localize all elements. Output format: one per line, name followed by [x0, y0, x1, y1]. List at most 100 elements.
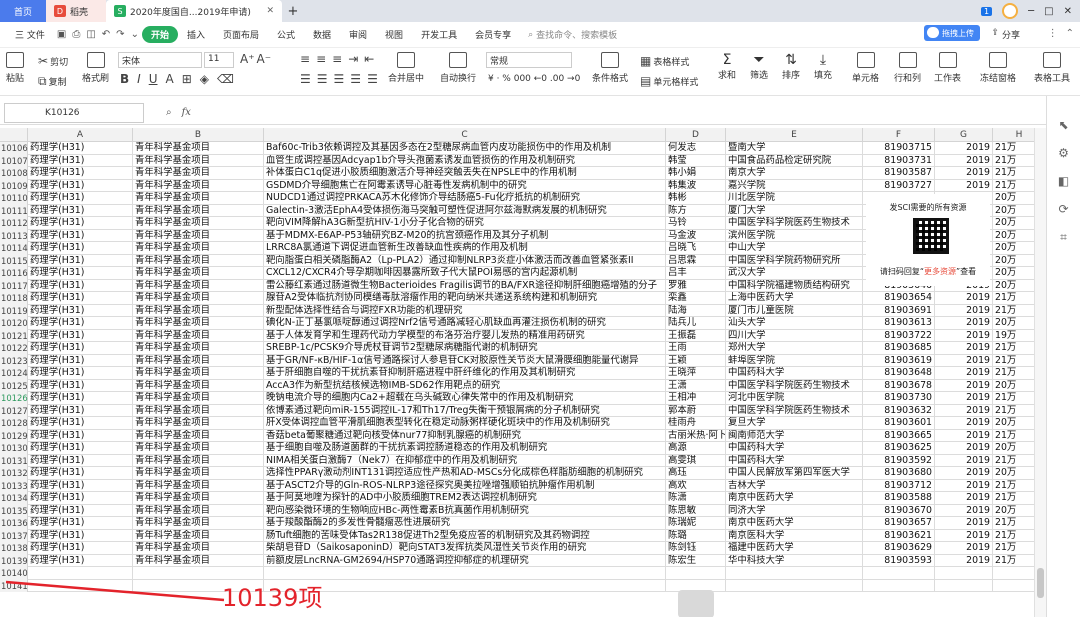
row-number[interactable]: 10108 — [0, 167, 28, 180]
cell-b[interactable]: 青年科学基金项目 — [133, 192, 264, 205]
cell-button[interactable]: 单元格 — [852, 52, 879, 84]
cell-a[interactable]: 药理学(H31) — [28, 154, 133, 167]
cell-g[interactable]: 2019 — [935, 417, 993, 430]
menu-developer[interactable]: 开发工具 — [412, 28, 466, 41]
cell-d[interactable]: 陈宏生 — [666, 554, 726, 567]
cell-a[interactable]: 药理学(H31) — [28, 179, 133, 192]
cell-b[interactable]: 青年科学基金项目 — [133, 229, 264, 242]
font-grow-icon[interactable]: A⁺ — [240, 52, 255, 66]
menu-data[interactable]: 数据 — [304, 28, 340, 41]
indent-icon[interactable]: ⇥ — [348, 52, 358, 66]
cell-c[interactable]: 基于阿莫地喹为探针的AD中小胶质细胞TREM2表达调控机制研究 — [264, 492, 666, 505]
cell-b[interactable]: 青年科学基金项目 — [133, 442, 264, 455]
cell-b[interactable]: 青年科学基金项目 — [133, 217, 264, 230]
cell-a[interactable]: 药理学(H31) — [28, 479, 133, 492]
cell-f[interactable]: 81903621 — [863, 529, 935, 542]
properties-icon[interactable]: ⚙ — [1058, 146, 1069, 160]
cell-c[interactable]: 碘化N-正丁基氯哌啶醇通过调控Nrf2信号通路减轻心肌缺血再灌注损伤机制的研究 — [264, 317, 666, 330]
cell-f[interactable]: 81903593 — [863, 554, 935, 567]
cell-a[interactable]: 药理学(H31) — [28, 542, 133, 555]
cell-g[interactable]: 2019 — [935, 442, 993, 455]
cell-a[interactable]: 药理学(H31) — [28, 254, 133, 267]
clear-format-icon[interactable]: ⌫ — [217, 72, 234, 86]
cell-e[interactable]: 中国药科大学 — [726, 367, 863, 380]
cell-g[interactable]: 2019 — [935, 542, 993, 555]
merge-center-button[interactable]: 合并居中 — [388, 52, 424, 84]
italic-icon[interactable]: I — [137, 72, 141, 86]
cell-a[interactable]: 药理学(H31) — [28, 554, 133, 567]
zoom-icon[interactable]: ⌕ — [166, 107, 172, 118]
cell-b[interactable]: 青年科学基金项目 — [133, 342, 264, 355]
cell-f[interactable]: 81903715 — [863, 142, 935, 155]
cell-f[interactable]: 81903613 — [863, 317, 935, 330]
cell-b[interactable]: 青年科学基金项目 — [133, 242, 264, 255]
cell-c[interactable]: 靶向脂蛋白相关磷脂酶A2（Lp-PLA2）通过抑制NLRP3炎症小体激活而改善血… — [264, 254, 666, 267]
outdent-icon[interactable]: ⇤ — [364, 52, 374, 66]
cell-c[interactable]: 晚钠电流介导的细胞内Ca2+超载在乌头碱致心律失常中的作用及机制研究 — [264, 392, 666, 405]
align-center-icon[interactable]: ☰ — [317, 72, 328, 86]
cell-e[interactable]: 南京中医药大学 — [726, 517, 863, 530]
column-header-c[interactable]: C — [264, 128, 666, 142]
row-number[interactable]: 10120 — [0, 317, 28, 330]
cell-g[interactable]: 2019 — [935, 317, 993, 330]
cell-c[interactable]: 补体蛋白C1q促进小胶质细胞激活介导神经突触丢失在NPSLE中的作用机制 — [264, 167, 666, 180]
cell-e[interactable]: 中国药科大学 — [726, 442, 863, 455]
cell-d[interactable]: 韩彬 — [666, 192, 726, 205]
cell-c[interactable]: AccA3作为新型抗结核候选物IMB-SD62作用靶点的研究 — [264, 379, 666, 392]
cell-g[interactable]: 2019 — [935, 179, 993, 192]
avatar[interactable] — [1002, 3, 1019, 19]
cell-e[interactable]: 中国医学科学院医药生物技术 — [726, 379, 863, 392]
redo-icon[interactable]: ↷ — [113, 29, 127, 40]
cell-b[interactable]: 青年科学基金项目 — [133, 317, 264, 330]
cell-c[interactable]: 基于ASCT2介导的Gln-ROS-NLRP3途径探究奥美拉唑增强顺铂抗肿瘤作用… — [264, 479, 666, 492]
cell-f[interactable]: 81903629 — [863, 542, 935, 555]
cell-c[interactable]: 基于GR/NF-κB/HIF-1α信号通路探讨人参皂苷CK对胶原性关节炎大鼠滑膜… — [264, 354, 666, 367]
cell-g[interactable]: 2019 — [935, 154, 993, 167]
row-number[interactable]: 10124 — [0, 367, 28, 380]
cell-d[interactable]: 王相冲 — [666, 392, 726, 405]
cell-b[interactable]: 青年科学基金项目 — [133, 454, 264, 467]
cell-d[interactable]: 吕思霖 — [666, 254, 726, 267]
cell-f[interactable]: 81903654 — [863, 292, 935, 305]
cell-a[interactable]: 药理学(H31) — [28, 229, 133, 242]
cell-g[interactable]: 2019 — [935, 404, 993, 417]
cell-c[interactable]: 靶向VIM降解hA3G新型抗HIV-1小分子化合物的研究 — [264, 217, 666, 230]
row-number[interactable]: 10133 — [0, 479, 28, 492]
cell-g[interactable]: 2019 — [935, 392, 993, 405]
cell-e[interactable]: 同济大学 — [726, 504, 863, 517]
cell-b[interactable]: 青年科学基金项目 — [133, 142, 264, 155]
select-all-corner[interactable] — [0, 128, 28, 142]
column-header-g[interactable]: G — [935, 128, 993, 142]
cell-d[interactable]: 王雨 — [666, 342, 726, 355]
column-header-e[interactable]: E — [726, 128, 863, 142]
cell-b[interactable]: 青年科学基金项目 — [133, 529, 264, 542]
cell-d[interactable]: 高源 — [666, 442, 726, 455]
filter-button[interactable]: ⏷ 筛选 — [750, 52, 768, 81]
row-number[interactable]: 10106 — [0, 142, 28, 155]
cell-d[interactable]: 吕丰 — [666, 267, 726, 280]
cell-f[interactable]: 81903587 — [863, 167, 935, 180]
command-search[interactable]: ⌕ 查找命令、搜索模板 — [528, 28, 617, 42]
font-shrink-icon[interactable]: A⁻ — [257, 52, 272, 66]
row-number[interactable]: 10134 — [0, 492, 28, 505]
row-number[interactable]: 10139 — [0, 554, 28, 567]
cell-b[interactable]: 青年科学基金项目 — [133, 492, 264, 505]
format-brush-button[interactable]: 格式刷 — [82, 52, 109, 84]
number-format-buttons[interactable]: ¥ · % 000 ←0 .00 →0 — [488, 74, 580, 84]
row-number[interactable]: 10107 — [0, 154, 28, 167]
cell-a[interactable]: 药理学(H31) — [28, 329, 133, 342]
cell-g[interactable]: 2019 — [935, 329, 993, 342]
cell-b[interactable]: 青年科学基金项目 — [133, 479, 264, 492]
cell-b[interactable]: 青年科学基金项目 — [133, 267, 264, 280]
cell-d[interactable]: 王颖 — [666, 354, 726, 367]
cell-f[interactable]: 81903619 — [863, 354, 935, 367]
floating-tool-icon[interactable] — [678, 590, 714, 617]
cell-c[interactable]: 基于人体发育学和生理药代动力学模型的布洛芬治疗婴儿发热的精准用药研究 — [264, 329, 666, 342]
cell-d[interactable]: 陈璐 — [666, 529, 726, 542]
cell-a[interactable]: 药理学(H31) — [28, 304, 133, 317]
menu-view[interactable]: 视图 — [376, 28, 412, 41]
cell-f[interactable]: 81903722 — [863, 329, 935, 342]
align-right-icon[interactable]: ☰ — [334, 72, 345, 86]
cell-b[interactable]: 青年科学基金项目 — [133, 292, 264, 305]
cell-c[interactable]: 靶向感染微环境的生物响应HBc-两性霉素B抗真菌作用机制研究 — [264, 504, 666, 517]
